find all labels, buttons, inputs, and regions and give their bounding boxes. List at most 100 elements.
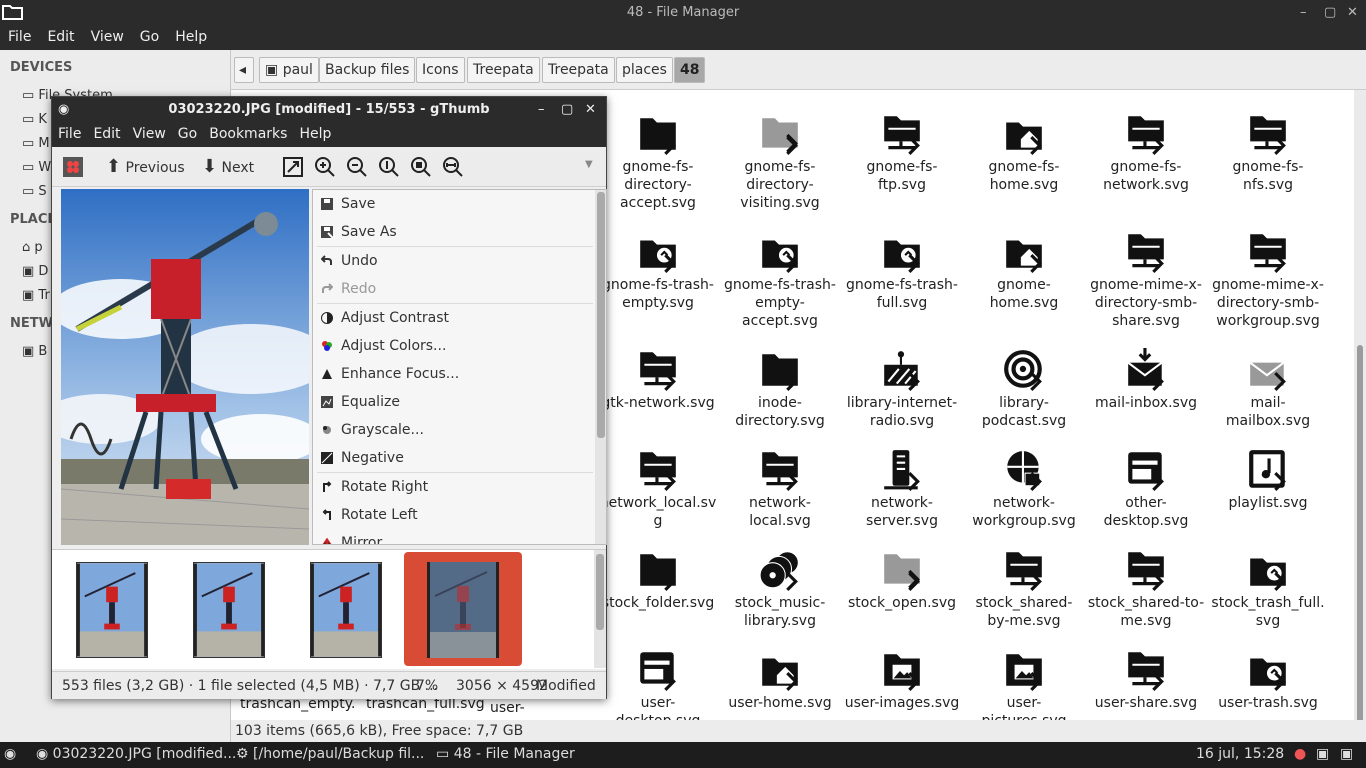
sidebar-item-network[interactable]: ▣ B <box>22 344 47 359</box>
zoom-out-icon[interactable] <box>346 156 368 178</box>
file-item[interactable]: user-trash.svg <box>1207 648 1329 712</box>
breadcrumb-treepata[interactable]: Treepata <box>467 57 540 83</box>
menu-item-redo[interactable]: Redo <box>313 275 595 303</box>
file-item[interactable]: gnome-mime-x-directory-smb-share.svg <box>1085 230 1207 330</box>
file-item[interactable]: gnome-fs-trash-empty-accept.svg <box>719 230 841 330</box>
close-icon[interactable]: ✕ <box>585 97 596 123</box>
task-gthumb[interactable]: ◉ 03023220.JPG [modified... <box>36 746 236 762</box>
network-tray-icon[interactable]: ● <box>1294 746 1306 762</box>
menu-item-adjust-contrast[interactable]: Adjust Contrast <box>313 304 595 332</box>
zoom-width-icon[interactable] <box>442 156 464 178</box>
file-item[interactable]: stock_shared-by-me.svg <box>963 548 1085 630</box>
breadcrumb-48[interactable]: 48 <box>674 57 706 83</box>
breadcrumb-icons[interactable]: Icons <box>416 57 465 83</box>
clock[interactable]: 16 jul, 15:28 <box>1196 746 1284 762</box>
menu-item-undo[interactable]: Undo <box>313 247 595 275</box>
menu-item-grayscale[interactable]: Grayscale... <box>313 416 595 444</box>
file-item[interactable]: user-share.svg <box>1085 648 1207 712</box>
menu-file[interactable]: File <box>0 26 39 48</box>
sidebar-item-place[interactable]: ▣ Tr <box>22 288 50 303</box>
file-item[interactable]: network-local.svg <box>719 448 841 530</box>
menu-item-equalize[interactable]: Equalize <box>313 388 595 416</box>
menu-go[interactable]: Go <box>172 123 203 145</box>
file-item[interactable]: library-podcast.svg <box>963 348 1085 430</box>
breadcrumb-treepata-2[interactable]: Treepata <box>542 57 615 83</box>
file-item[interactable]: gnome-fs-trash-full.svg <box>841 230 963 312</box>
chevron-down-icon[interactable]: ▼ <box>585 159 593 170</box>
file-item[interactable]: network-workgroup.svg <box>963 448 1085 530</box>
menu-item-rotate-left[interactable]: Rotate Left <box>313 501 595 529</box>
file-item[interactable]: stock_folder.svg <box>597 548 719 612</box>
breadcrumb-backup-files[interactable]: Backup files <box>319 57 416 83</box>
zoom-100-icon[interactable] <box>378 156 400 178</box>
menu-help[interactable]: Help <box>293 123 337 145</box>
file-grid-scrollbar[interactable] <box>1354 90 1366 745</box>
menu-item-save-as[interactable]: Save As <box>313 218 595 246</box>
thumbnail-selected[interactable] <box>427 562 499 658</box>
menu-bookmarks[interactable]: Bookmarks <box>203 123 293 145</box>
minimize-icon[interactable]: – <box>538 97 545 123</box>
task-terminal[interactable]: ⚙ [/home/paul/Backup fil... <box>236 746 424 762</box>
maximize-icon[interactable]: ▢ <box>561 97 573 123</box>
file-item[interactable]: user-images.svg <box>841 648 963 712</box>
sidebar-item-device[interactable]: ▭ S <box>22 184 47 199</box>
file-item[interactable]: gnome-home.svg <box>963 230 1085 312</box>
maximize-icon[interactable]: ▢ <box>1324 0 1336 26</box>
file-item[interactable]: mail-mailbox.svg <box>1207 348 1329 430</box>
fit-icon[interactable] <box>282 156 304 178</box>
menu-scrollbar[interactable] <box>595 190 606 544</box>
scrollbar-thumb[interactable] <box>597 192 605 438</box>
file-item[interactable]: user-desktop.svg <box>597 648 719 720</box>
file-item[interactable]: gnome-fs-nfs.svg <box>1207 112 1329 194</box>
file-item[interactable]: network_local.sv g <box>597 448 719 530</box>
sidebar-item-device[interactable]: ▭ M <box>22 136 50 151</box>
thumbnail[interactable] <box>193 562 265 658</box>
thumbnail[interactable] <box>76 562 148 658</box>
next-button[interactable]: ⬇ Next <box>202 155 254 179</box>
file-item[interactable]: gnome-fs-network.svg <box>1085 112 1207 194</box>
breadcrumb-paul[interactable]: ▣ paul <box>259 57 319 83</box>
file-item[interactable]: gnome-fs-directory-visiting.svg <box>719 112 841 212</box>
file-item[interactable]: gnome-fs-directory-accept.svg <box>597 112 719 212</box>
file-item[interactable]: user-home.svg <box>719 648 841 712</box>
menu-view[interactable]: View <box>83 26 132 48</box>
zoom-fit-icon[interactable] <box>410 156 432 178</box>
file-item[interactable]: stock_open.svg <box>841 548 963 612</box>
menu-item-enhance-focus[interactable]: Enhance Focus... <box>313 360 595 388</box>
tray-icon[interactable]: ▣ <box>1316 746 1329 762</box>
sidebar-item-device[interactable]: ▭ W <box>22 160 51 175</box>
file-item[interactable]: stock_trash_full. svg <box>1207 548 1329 630</box>
file-item[interactable]: other-desktop.svg <box>1085 448 1207 530</box>
previous-button[interactable]: ⬆ Previous <box>106 155 185 179</box>
thumbnail-scrollbar[interactable] <box>594 550 606 668</box>
menu-item-negative[interactable]: Negative <box>313 444 595 472</box>
file-item[interactable]: mail-inbox.svg <box>1085 348 1207 412</box>
menu-item-rotate-right[interactable]: Rotate Right <box>313 473 595 501</box>
menu-edit[interactable]: Edit <box>39 26 82 48</box>
menu-help[interactable]: Help <box>167 26 215 48</box>
menu-go[interactable]: Go <box>132 26 167 48</box>
sidebar-item-place[interactable]: ⌂ p <box>22 240 43 255</box>
back-arrow-icon[interactable]: ◂ <box>234 57 254 83</box>
menu-item-save[interactable]: Save <box>313 190 595 218</box>
scrollbar-thumb[interactable] <box>596 554 604 630</box>
file-item[interactable]: user-pictures.svg <box>963 648 1085 720</box>
file-item[interactable]: gnome-fs-trash-empty.svg <box>597 230 719 312</box>
thumbnail[interactable] <box>310 562 382 658</box>
file-item[interactable]: gnome-fs-ftp.svg <box>841 112 963 194</box>
sidebar-item-device[interactable]: ▭ K <box>22 112 47 127</box>
menu-edit[interactable]: Edit <box>87 123 126 145</box>
file-item[interactable]: gnome-mime-x-directory-smb-workgroup.svg <box>1207 230 1329 330</box>
file-item[interactable]: gnome-fs-home.svg <box>963 112 1085 194</box>
browser-mode-icon[interactable] <box>62 156 84 178</box>
close-icon[interactable]: ✕ <box>1347 0 1358 26</box>
minimize-icon[interactable]: – <box>1300 0 1307 26</box>
scrollbar-thumb[interactable] <box>1357 345 1363 745</box>
file-item[interactable]: network-server.svg <box>841 448 963 530</box>
file-item[interactable]: stock_music-library.svg <box>719 548 841 630</box>
menu-view[interactable]: View <box>127 123 172 145</box>
task-file-manager[interactable]: ▭ 48 - File Manager <box>436 746 575 762</box>
app-menu-icon[interactable]: ◉ <box>4 746 16 762</box>
breadcrumb-places[interactable]: places <box>616 57 673 83</box>
sidebar-item-place[interactable]: ▣ D <box>22 264 48 279</box>
